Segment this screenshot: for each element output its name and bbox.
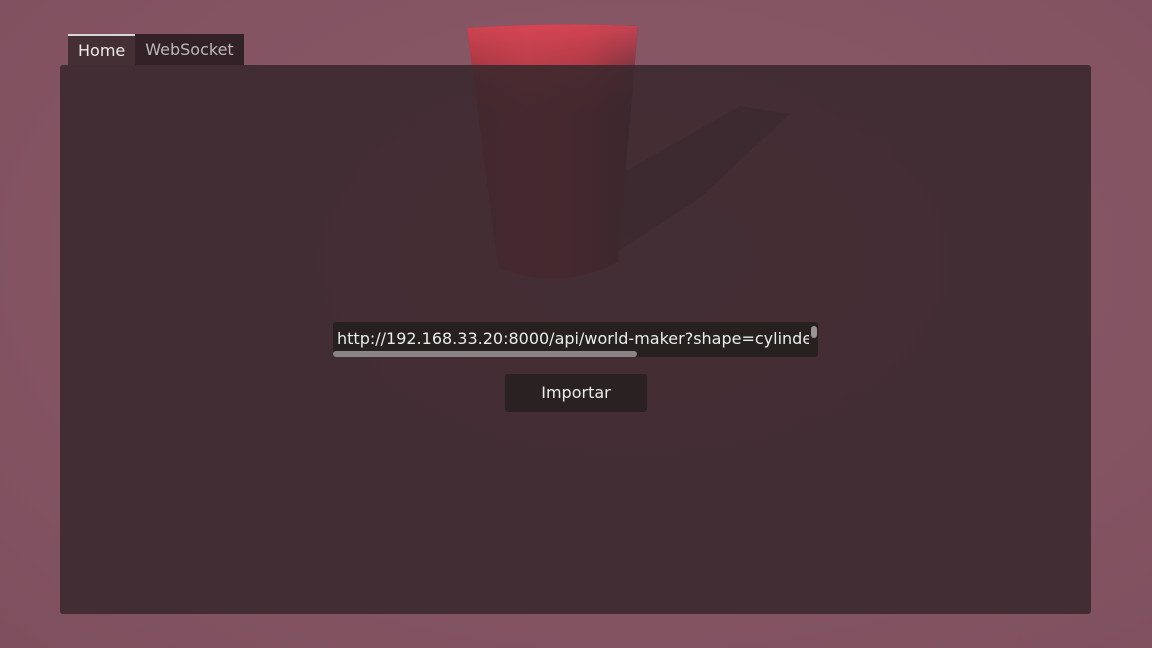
url-input[interactable]: http://192.168.33.20:8000/api/world-make… — [333, 322, 818, 357]
tab-bar: Home WebSocket — [68, 34, 244, 65]
horizontal-scrollbar[interactable] — [333, 351, 637, 357]
url-input-value[interactable]: http://192.168.33.20:8000/api/world-make… — [337, 329, 809, 349]
import-button[interactable]: Importar — [505, 374, 647, 412]
vertical-scrollbar[interactable] — [811, 326, 817, 338]
tab-websocket[interactable]: WebSocket — [135, 34, 244, 65]
tab-home[interactable]: Home — [68, 34, 136, 65]
